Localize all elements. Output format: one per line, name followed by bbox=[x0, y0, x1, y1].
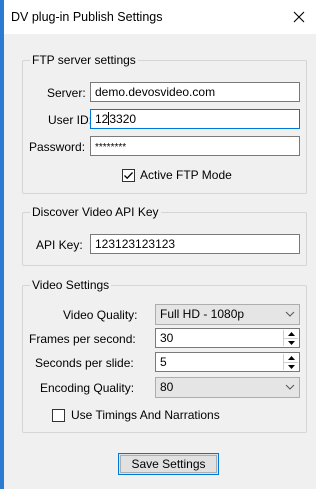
userid-value-end: 3320 bbox=[109, 112, 137, 126]
server-value: demo.devosvideo.com bbox=[95, 85, 216, 99]
userid-input[interactable]: 123320 bbox=[90, 109, 300, 129]
window-title: DV plug-in Publish Settings bbox=[11, 10, 163, 24]
apikey-value: 123123123123 bbox=[95, 237, 176, 251]
video-quality-label: Video Quality: bbox=[63, 308, 138, 322]
sps-spin-buttons bbox=[283, 354, 298, 370]
sps-stepper[interactable]: 5 bbox=[155, 352, 300, 372]
sps-increment-button[interactable] bbox=[284, 354, 298, 363]
encoding-quality-value: 80 bbox=[160, 380, 174, 394]
dialog-body: FTP server settings Server: demo.devosvi… bbox=[4, 34, 316, 489]
title-bar[interactable]: DV plug-in Publish Settings bbox=[4, 0, 316, 34]
sps-decrement-button[interactable] bbox=[284, 363, 298, 371]
chevron-down-icon bbox=[285, 384, 295, 390]
save-settings-label: Save Settings bbox=[131, 457, 206, 471]
fps-value: 30 bbox=[160, 331, 174, 345]
arrow-up-icon bbox=[287, 332, 295, 336]
close-button[interactable] bbox=[284, 2, 314, 32]
encoding-quality-label: Encoding Quality: bbox=[40, 381, 135, 395]
fps-label: Frames per second: bbox=[29, 332, 136, 346]
ftp-group-label: FTP server settings bbox=[30, 53, 138, 67]
password-value: ******** bbox=[95, 142, 127, 153]
video-quality-select[interactable]: Full HD - 1080p bbox=[155, 304, 300, 325]
sps-value: 5 bbox=[160, 355, 167, 369]
userid-label: User ID: bbox=[48, 113, 93, 127]
timings-label[interactable]: Use Timings And Narrations bbox=[71, 408, 220, 422]
sps-label: Seconds per slide: bbox=[35, 356, 134, 370]
active-ftp-label[interactable]: Active FTP Mode bbox=[140, 168, 232, 182]
password-label: Password: bbox=[29, 140, 86, 154]
video-quality-value: Full HD - 1080p bbox=[160, 307, 245, 321]
close-icon bbox=[293, 11, 305, 23]
fps-stepper[interactable]: 30 bbox=[155, 328, 300, 348]
fps-increment-button[interactable] bbox=[284, 330, 298, 339]
apikey-label: API Key: bbox=[36, 238, 83, 252]
arrow-down-icon bbox=[287, 365, 295, 369]
server-label: Server: bbox=[47, 86, 86, 100]
video-group-label: Video Settings bbox=[30, 278, 112, 292]
checkmark-icon bbox=[124, 172, 133, 180]
arrow-down-icon bbox=[287, 341, 295, 345]
encoding-quality-select[interactable]: 80 bbox=[155, 377, 300, 398]
server-input[interactable]: demo.devosvideo.com bbox=[90, 82, 300, 102]
fps-decrement-button[interactable] bbox=[284, 339, 298, 347]
fps-spin-buttons bbox=[283, 330, 298, 346]
save-settings-button[interactable]: Save Settings bbox=[118, 453, 219, 475]
apikey-input[interactable]: 123123123123 bbox=[90, 234, 300, 254]
password-input[interactable]: ******** bbox=[90, 136, 300, 156]
active-ftp-checkbox[interactable] bbox=[122, 169, 135, 182]
userid-value-start: 12 bbox=[95, 112, 109, 126]
api-group-label: Discover Video API Key bbox=[30, 205, 161, 219]
settings-window: DV plug-in Publish Settings FTP server s… bbox=[0, 0, 316, 489]
timings-checkbox[interactable] bbox=[52, 409, 65, 422]
chevron-down-icon bbox=[285, 311, 295, 317]
arrow-up-icon bbox=[287, 356, 295, 360]
